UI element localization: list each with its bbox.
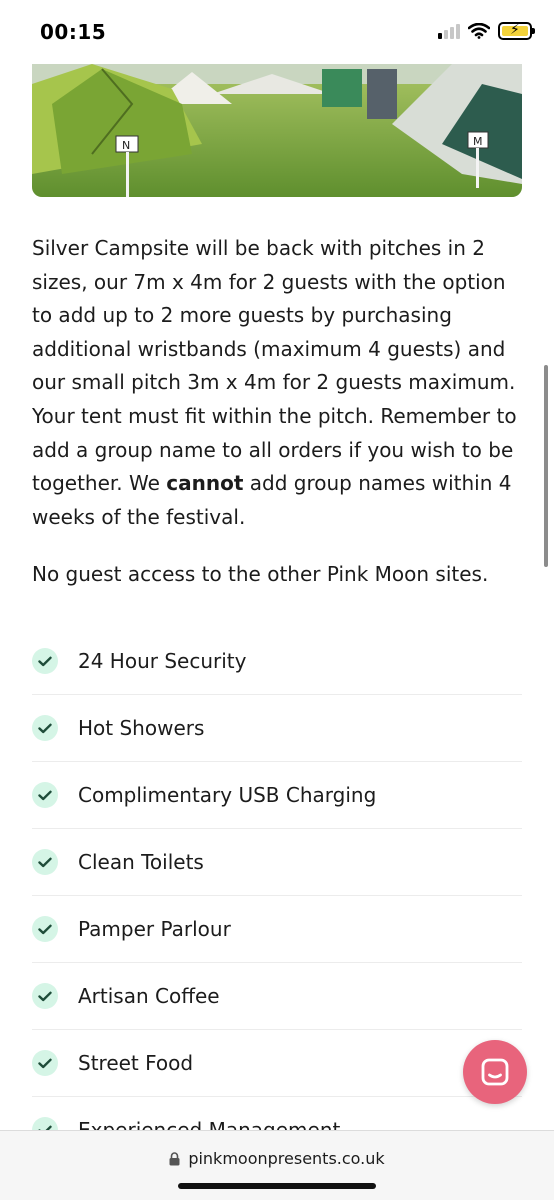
browser-address-bar[interactable]: pinkmoonpresents.co.uk xyxy=(0,1130,554,1200)
pitch-marker-n: N xyxy=(122,139,130,152)
campsite-image: N M xyxy=(32,64,522,197)
amenity-label: Complimentary USB Charging xyxy=(78,783,377,807)
chat-button[interactable] xyxy=(463,1040,527,1104)
amenity-item: Artisan Coffee xyxy=(32,963,522,1030)
amenity-label: 24 Hour Security xyxy=(78,649,247,673)
battery-charging-icon: ⚡ xyxy=(498,22,535,40)
campsite-photo: N M xyxy=(32,64,522,197)
check-icon xyxy=(32,849,58,875)
cellular-signal-icon xyxy=(438,23,460,39)
check-icon xyxy=(32,648,58,674)
check-icon xyxy=(32,782,58,808)
page-scrollbar[interactable] xyxy=(544,365,548,567)
description-text-part1: Silver Campsite will be back with pitche… xyxy=(32,236,517,496)
amenity-label: Hot Showers xyxy=(78,716,205,740)
amenity-label: Street Food xyxy=(78,1051,194,1075)
amenities-list: 24 Hour Security Hot Showers Complimenta… xyxy=(32,628,522,1164)
check-icon xyxy=(32,1050,58,1076)
check-icon xyxy=(32,983,58,1009)
url-text: pinkmoonpresents.co.uk xyxy=(188,1149,385,1168)
description-emphasis: cannot xyxy=(166,471,244,496)
url-display[interactable]: pinkmoonpresents.co.uk xyxy=(0,1149,554,1168)
check-icon xyxy=(32,916,58,942)
amenity-item: 24 Hour Security xyxy=(32,628,522,695)
amenity-item: Clean Toilets xyxy=(32,829,522,896)
clock: 00:15 xyxy=(40,20,107,44)
amenity-label: Clean Toilets xyxy=(78,850,204,874)
status-bar: 00:15 ⚡ xyxy=(0,0,554,64)
site-access-note: No guest access to the other Pink Moon s… xyxy=(32,562,489,586)
amenity-item: Hot Showers xyxy=(32,695,522,762)
wifi-icon xyxy=(468,23,490,39)
pitch-marker-m: M xyxy=(473,135,483,148)
amenity-item: Complimentary USB Charging xyxy=(32,762,522,829)
amenity-label: Artisan Coffee xyxy=(78,984,220,1008)
status-icons: ⚡ xyxy=(438,22,535,40)
lock-icon xyxy=(169,1151,180,1165)
home-indicator[interactable] xyxy=(178,1183,376,1189)
campsite-description: Silver Campsite will be back with pitche… xyxy=(32,232,532,534)
amenity-item: Street Food xyxy=(32,1030,522,1097)
amenity-label: Pamper Parlour xyxy=(78,917,231,941)
check-icon xyxy=(32,715,58,741)
chat-icon xyxy=(481,1058,509,1086)
amenity-item: Pamper Parlour xyxy=(32,896,522,963)
